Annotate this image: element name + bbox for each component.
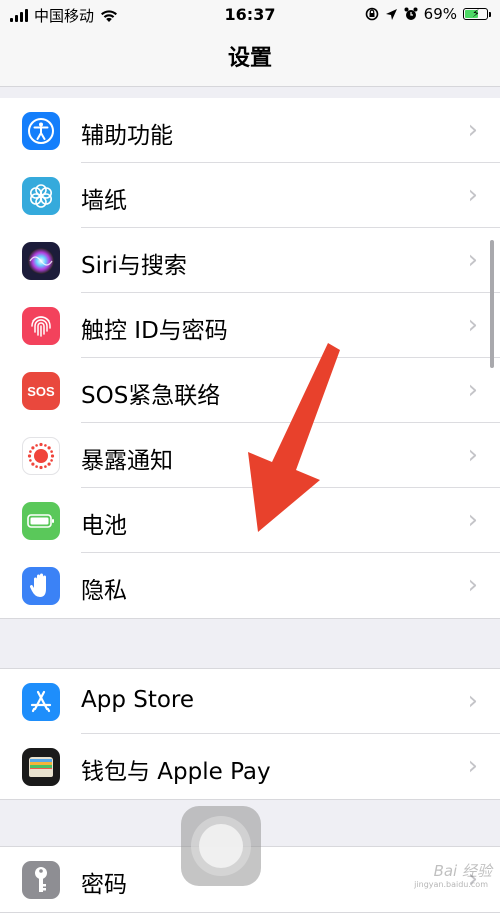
app-store-icon (22, 683, 60, 721)
watermark-url: jingyan.baidu.com (414, 880, 488, 889)
chevron-right-icon: › (467, 245, 478, 275)
row-label: Siri与搜索 (81, 253, 187, 279)
settings-row-exposure-notifications[interactable]: 暴露通知 › (0, 423, 500, 488)
chevron-right-icon: › (467, 310, 478, 340)
watermark: Bai 经验 (433, 862, 492, 880)
row-label: 暴露通知 (81, 448, 173, 474)
chevron-right-icon: › (467, 180, 478, 210)
settings-group-2: App Store › 钱包与 Apple Pay › (0, 668, 500, 800)
alarm-icon (404, 7, 418, 20)
navigation-bar: 设置 (0, 30, 500, 87)
sos-icon: SOS (22, 372, 60, 410)
chevron-right-icon: › (467, 505, 478, 535)
settings-row-privacy[interactable]: 隐私 › (0, 553, 500, 618)
exposure-icon (22, 437, 60, 475)
chevron-right-icon: › (467, 375, 478, 405)
status-bar: 中国移动 16:37 69% ⚡ (0, 0, 500, 30)
battery-icon: ⚡ (463, 7, 491, 20)
chevron-right-icon: › (467, 751, 478, 781)
page-title: 设置 (227, 46, 272, 71)
settings-row-app-store[interactable]: App Store › (0, 669, 500, 734)
row-label: App Store (81, 687, 195, 713)
location-icon (385, 8, 397, 20)
row-label: 辅助功能 (81, 123, 173, 149)
chevron-right-icon: › (467, 115, 478, 145)
row-label: 隐私 (81, 578, 127, 604)
siri-icon (22, 242, 60, 280)
row-label: 墙纸 (81, 188, 127, 214)
chevron-right-icon: › (467, 686, 478, 716)
settings-row-touch-id[interactable]: 触控 ID与密码 › (0, 293, 500, 358)
chevron-right-icon: › (467, 440, 478, 470)
rotation-lock-icon (365, 7, 378, 21)
fingerprint-icon (22, 307, 60, 345)
privacy-hand-icon (22, 567, 60, 605)
settings-row-wallet[interactable]: 钱包与 Apple Pay › (0, 734, 500, 799)
settings-row-accessibility[interactable]: 辅助功能 › (0, 98, 500, 163)
settings-group-1: 辅助功能 › 墙纸 › Siri与搜索 › 触控 ID与密码 › SOS SOS… (0, 98, 500, 619)
row-label: 电池 (81, 513, 127, 539)
row-label: 钱包与 Apple Pay (81, 759, 271, 785)
row-label: SOS紧急联络 (81, 383, 221, 409)
wallet-icon (22, 748, 60, 786)
assistive-touch-button[interactable] (181, 806, 261, 886)
wallpaper-icon (22, 177, 60, 215)
scroll-indicator[interactable] (490, 240, 494, 368)
settings-row-wallpaper[interactable]: 墙纸 › (0, 163, 500, 228)
accessibility-icon (22, 112, 60, 150)
settings-row-battery[interactable]: 电池 › (0, 488, 500, 553)
settings-row-sos[interactable]: SOS SOS紧急联络 › (0, 358, 500, 423)
key-icon (22, 861, 60, 899)
chevron-right-icon: › (467, 570, 478, 600)
battery-icon (22, 502, 60, 540)
row-label: 触控 ID与密码 (81, 318, 228, 344)
sos-icon-text: SOS (27, 383, 55, 399)
battery-percent: 69% (423, 5, 457, 23)
settings-row-siri[interactable]: Siri与搜索 › (0, 228, 500, 293)
row-label: 密码 (81, 872, 127, 898)
